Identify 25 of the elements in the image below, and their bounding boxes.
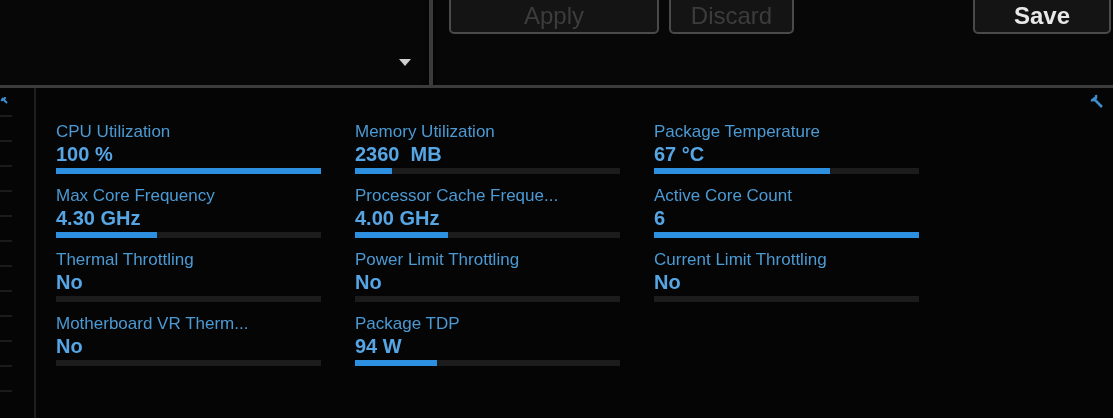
metric-value: 4.30 GHz bbox=[56, 206, 142, 230]
metric-value: 2360 MB bbox=[355, 142, 443, 166]
metric-label: Processor Cache Freque... bbox=[355, 186, 560, 206]
metric-value: No bbox=[355, 270, 383, 294]
metric-label: Current Limit Throttling bbox=[654, 250, 828, 270]
metric-label: Memory Utilization bbox=[355, 122, 496, 142]
metric-label: CPU Utilization bbox=[56, 122, 172, 142]
metric-label: Max Core Frequency bbox=[56, 186, 216, 206]
metric-value: 4.00 GHz bbox=[355, 206, 441, 230]
metric-value: 6 bbox=[654, 206, 667, 230]
metric-label: Package Temperature bbox=[654, 122, 821, 142]
metric-label: Power Limit Throttling bbox=[355, 250, 521, 270]
metric-value: 67 °C bbox=[654, 142, 706, 166]
metric-label: Thermal Throttling bbox=[56, 250, 195, 270]
metric-value: No bbox=[56, 334, 84, 358]
metric-value: No bbox=[654, 270, 682, 294]
metric-value: 100 % bbox=[56, 142, 114, 166]
wrench-icon[interactable] bbox=[1089, 94, 1105, 110]
caret-icon bbox=[399, 59, 411, 66]
metric-label: Package TDP bbox=[355, 314, 461, 334]
save-button[interactable]: Save bbox=[973, 0, 1111, 34]
metric-value: 94 W bbox=[355, 334, 403, 358]
metric-label: Active Core Count bbox=[654, 186, 793, 206]
metric-label: Motherboard VR Therm... bbox=[56, 314, 250, 334]
metric-value: No bbox=[56, 270, 84, 294]
